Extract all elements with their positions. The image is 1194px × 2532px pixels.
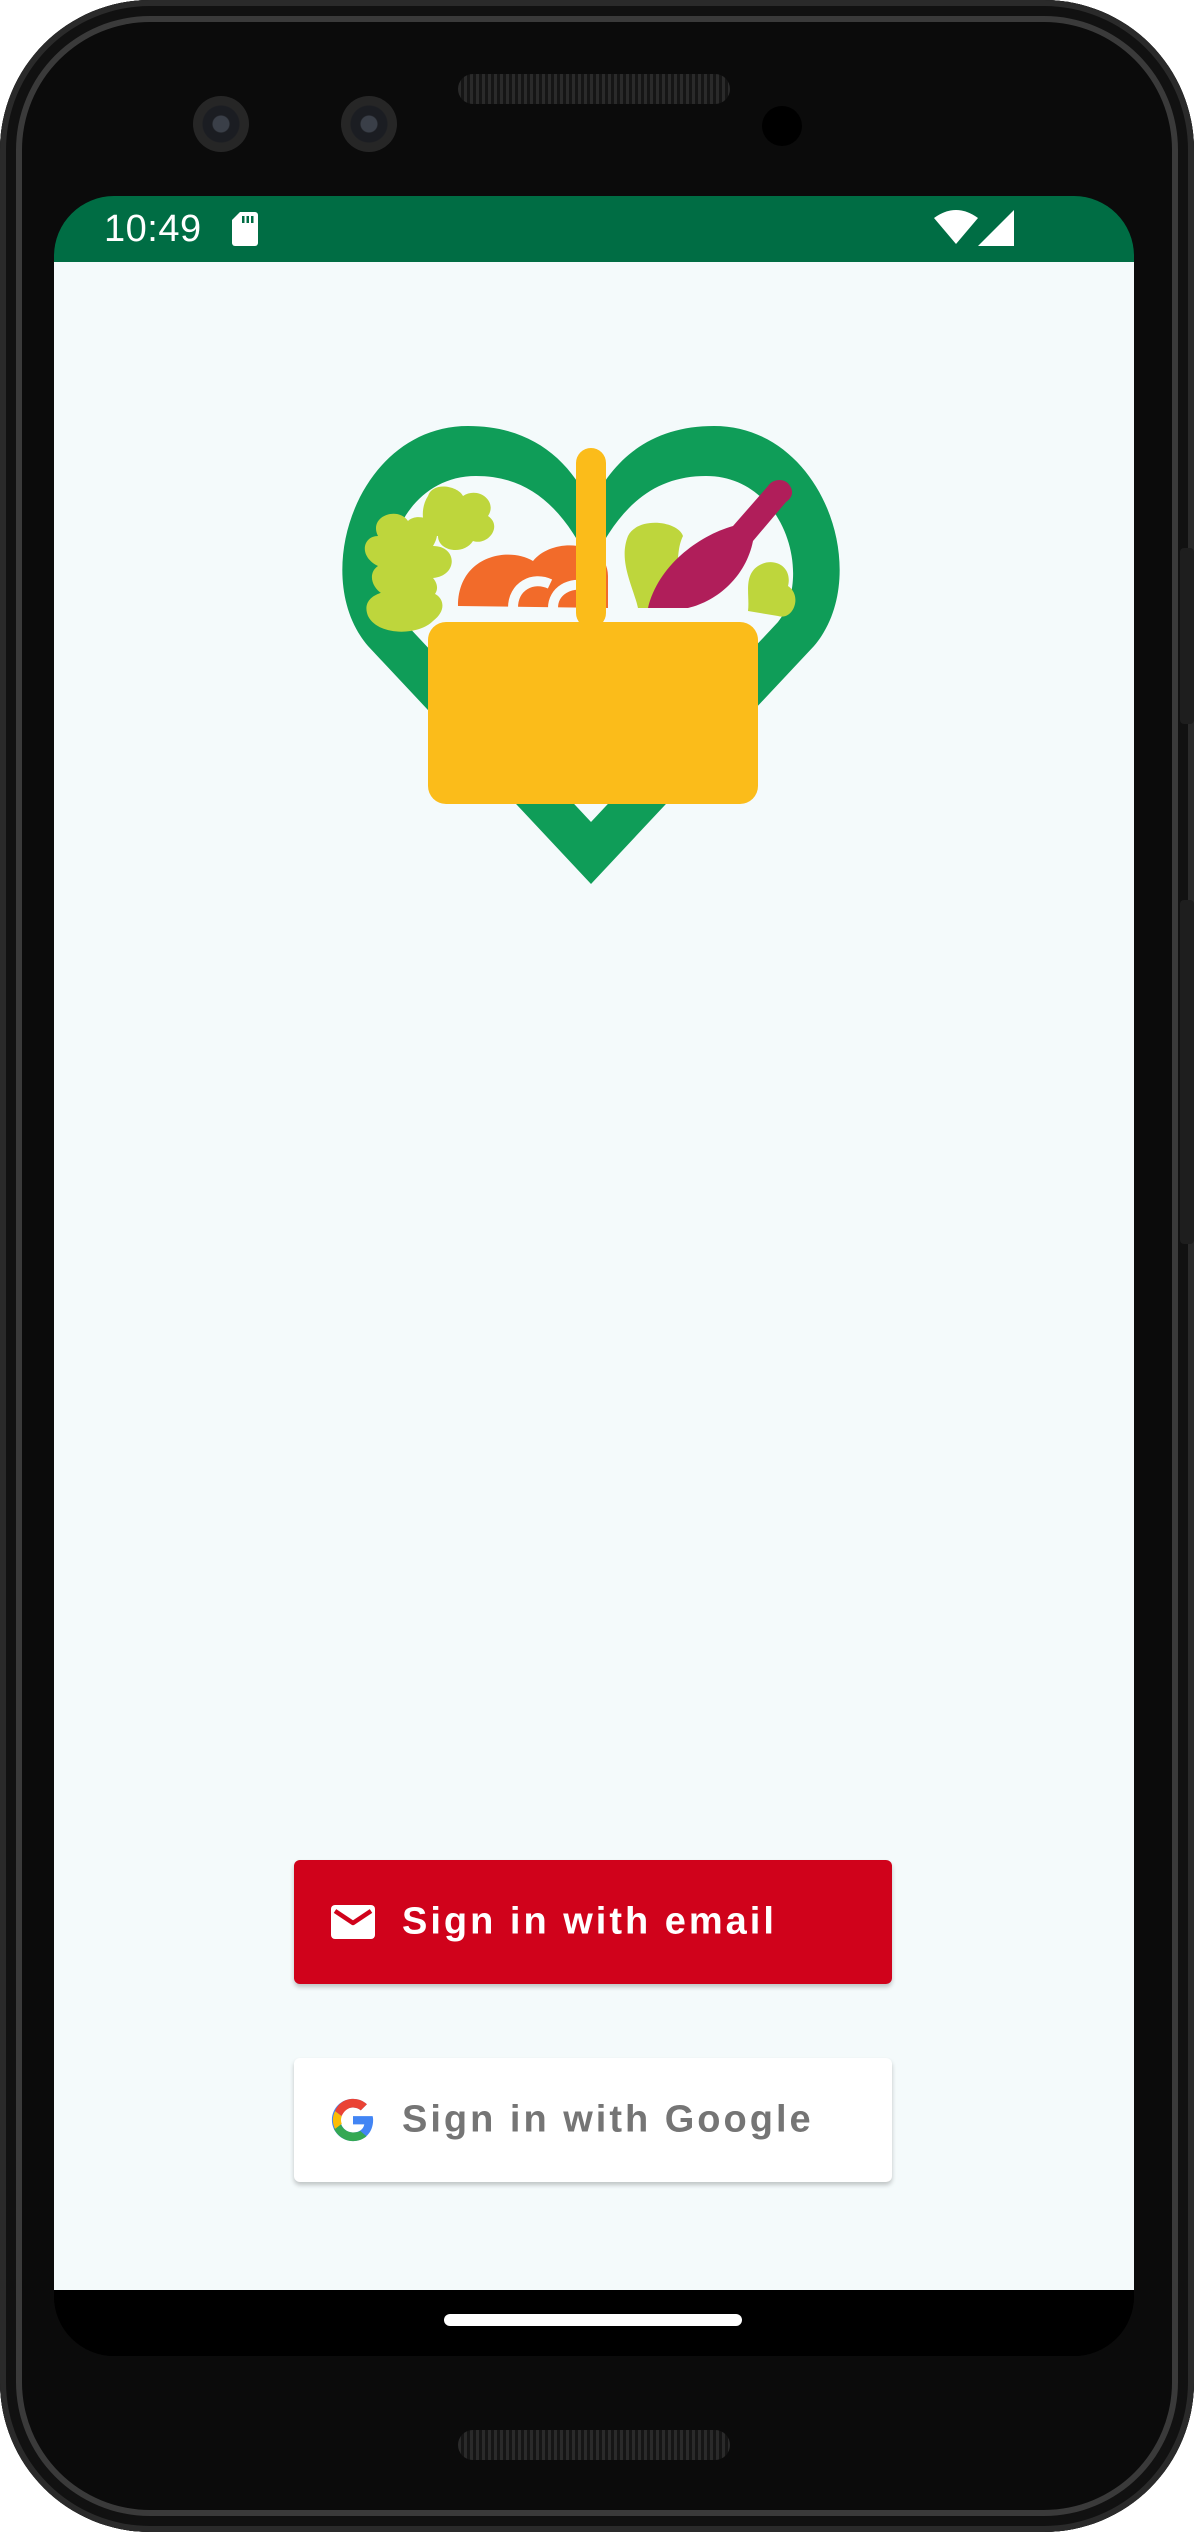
status-time: 10:49 [104,208,202,250]
sign-in-google-label: Sign in with Google [402,2098,814,2141]
proximity-sensor [762,106,802,146]
sign-in-email-button[interactable]: Sign in with email [294,1860,892,1984]
volume-rocker [1180,900,1194,1244]
navigation-bar [54,2290,1134,2356]
mail-icon [331,1905,375,1939]
sign-in-google-button[interactable]: Sign in with Google [294,2058,892,2182]
front-camera-icon [341,96,397,152]
heart-grocery-basket-icon [342,426,840,884]
earpiece-speaker [458,74,730,104]
sign-in-email-label: Sign in with email [402,1900,777,1943]
sd-card-icon [232,212,258,246]
sign-in-screen: Sign in with email Sign in with Google [54,262,1134,2290]
home-gesture-handle[interactable] [444,2314,742,2326]
status-bar: 10:49 [54,196,1134,262]
google-g-icon [331,2098,374,2142]
front-camera-icon [193,96,249,152]
bottom-speaker [458,2430,730,2460]
phone-frame: 10:49 Sign in with email Sign in with Go… [0,0,1194,2532]
wifi-icon [934,210,978,244]
power-button [1180,548,1194,724]
cell-signal-icon [978,210,1014,246]
screen: 10:49 Sign in with email Sign in with Go… [54,196,1134,2356]
